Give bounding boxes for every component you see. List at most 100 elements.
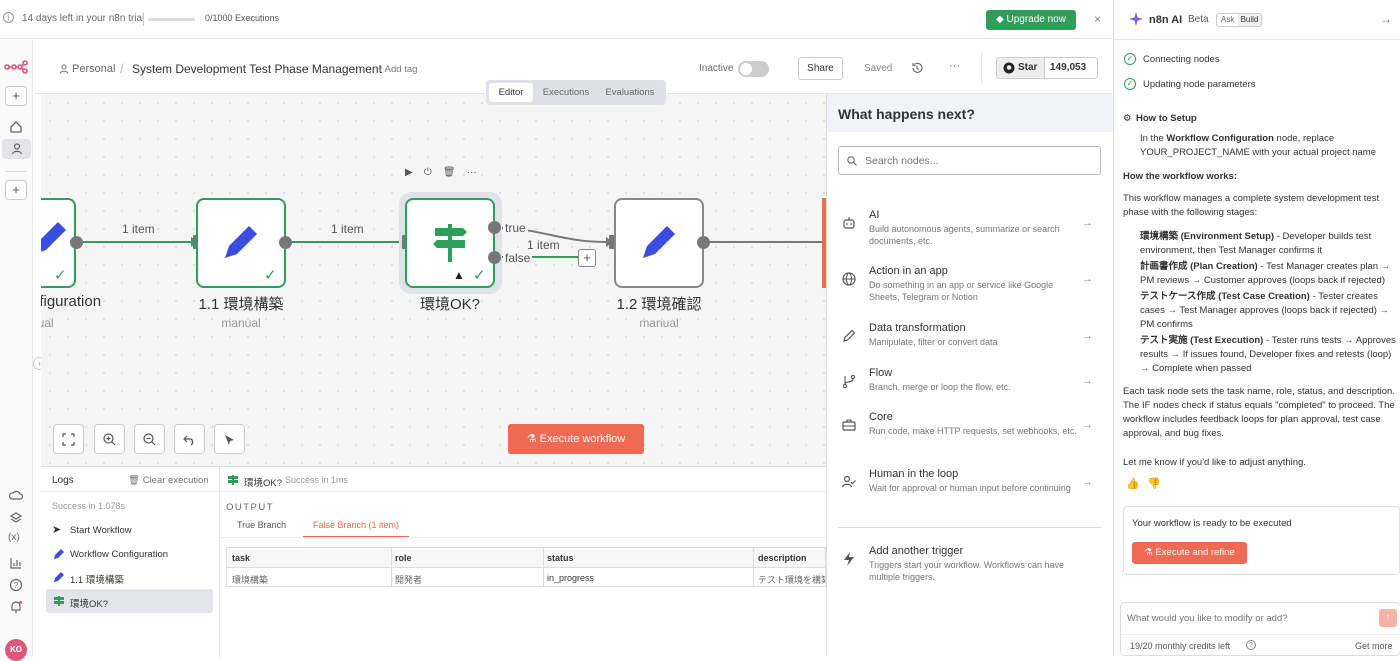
category-human-in-the-loop[interactable]: Human in the loop Wait for approval or h… bbox=[827, 468, 1114, 518]
mode-switch[interactable]: Ask Build bbox=[1216, 13, 1262, 27]
category-description: Run code, make HTTP requests, set webhoo… bbox=[869, 426, 1077, 436]
workflow-canvas[interactable]: ✓ nfiguration nual 1 item ✓ 1.1 環境構築 man… bbox=[41, 94, 826, 466]
category-action-in-app[interactable]: Action in an app Do something in an app … bbox=[827, 265, 1114, 315]
trash-icon[interactable]: 🗑 bbox=[443, 167, 456, 178]
category-flow[interactable]: Flow Branch, merge or loop the flow, etc… bbox=[827, 367, 1114, 417]
false-output-port[interactable] bbox=[488, 251, 501, 264]
add-another-trigger[interactable]: Add another trigger Triggers start your … bbox=[827, 545, 1114, 595]
cloud-icon[interactable] bbox=[9, 488, 23, 502]
send-icon[interactable]: ↑ bbox=[1379, 609, 1397, 627]
tab-false-branch[interactable]: False Branch (1 item) bbox=[303, 520, 409, 537]
tab-executions[interactable]: Executions bbox=[537, 83, 595, 102]
close-icon[interactable]: × bbox=[1094, 12, 1101, 26]
add-tag-link[interactable]: + Add tag bbox=[377, 64, 417, 75]
tab-true-branch[interactable]: True Branch bbox=[237, 520, 286, 530]
divider bbox=[41, 491, 219, 492]
zoom-in-button[interactable] bbox=[94, 424, 125, 454]
add-node-icon[interactable]: + bbox=[578, 249, 596, 267]
more-options-icon[interactable]: ··· bbox=[467, 167, 477, 178]
log-entry[interactable]: ➤ Start Workflow bbox=[52, 523, 212, 541]
log-entry-selected[interactable]: 環境OK? bbox=[46, 589, 213, 613]
output-port[interactable] bbox=[70, 236, 83, 249]
output-port[interactable] bbox=[697, 236, 710, 249]
more-options-icon[interactable]: ··· bbox=[949, 60, 960, 72]
node-title: 環境OK? bbox=[419, 296, 480, 313]
category-description: Build autonomous agents, summarize or se… bbox=[869, 224, 1060, 246]
setup-text: In the Workflow Configuration node, repl… bbox=[1140, 132, 1390, 160]
clear-execution-button[interactable]: 🗑 Clear execution bbox=[128, 475, 209, 486]
log-entry[interactable]: Workflow Configuration bbox=[52, 547, 212, 565]
avatar[interactable]: KO bbox=[5, 639, 27, 661]
log-entry-label: Start Workflow bbox=[70, 525, 132, 536]
toggle-knob bbox=[740, 63, 752, 75]
tab-evaluations[interactable]: Evaluations bbox=[599, 83, 661, 102]
svg-text:?: ? bbox=[14, 581, 19, 590]
thumbs-down-icon[interactable]: 👎 bbox=[1147, 477, 1161, 490]
get-more-link[interactable]: Get more bbox=[1355, 641, 1393, 651]
power-icon[interactable]: ⏻ bbox=[424, 167, 432, 178]
tidy-up-button[interactable] bbox=[214, 424, 245, 454]
tab-editor[interactable]: Editor bbox=[489, 83, 533, 102]
executions-progress-bar bbox=[148, 18, 195, 21]
detail-status: Success in 1ms bbox=[285, 475, 349, 485]
thumbs-up-icon[interactable]: 👍 bbox=[1126, 477, 1140, 490]
executions-count: 0/1000 Executions bbox=[205, 13, 280, 23]
star-part: Star bbox=[997, 58, 1045, 78]
collapse-panel-icon[interactable]: → bbox=[1380, 12, 1392, 26]
table-row: 環境構築 開発者 in_progress テスト環境を構築 bbox=[227, 569, 825, 586]
node-env-setup[interactable]: ✓ bbox=[196, 198, 286, 288]
undo-button[interactable] bbox=[174, 424, 205, 454]
add-project-icon[interactable]: + bbox=[5, 180, 27, 200]
prompt-input[interactable] bbox=[1127, 611, 1367, 625]
success-check-icon: ✓ bbox=[473, 267, 486, 284]
variables-icon[interactable]: (x) bbox=[8, 532, 20, 543]
clear-execution-label: Clear execution bbox=[142, 475, 209, 486]
logs-panel: Logs 🗑 Clear execution Success in 1.078s… bbox=[41, 466, 826, 657]
n8n-logo-icon[interactable] bbox=[4, 60, 28, 74]
notifications-icon[interactable] bbox=[9, 600, 23, 614]
output-table: task role status description 環境構築 開発者 in… bbox=[226, 547, 826, 587]
check-circle-icon: ✓ bbox=[1124, 78, 1136, 90]
mode-build[interactable]: Build bbox=[1238, 14, 1261, 26]
zoom-out-button[interactable] bbox=[134, 424, 165, 454]
search-field[interactable] bbox=[838, 146, 1101, 175]
history-icon[interactable] bbox=[911, 62, 923, 74]
play-icon[interactable]: ▶ bbox=[405, 167, 413, 178]
add-icon[interactable]: + bbox=[5, 86, 27, 106]
category-description: Wait for approval or human input before … bbox=[869, 483, 1071, 493]
category-core[interactable]: Core Run code, make HTTP requests, set w… bbox=[827, 411, 1114, 461]
category-title: AI bbox=[869, 209, 880, 221]
templates-icon[interactable] bbox=[9, 511, 23, 525]
output-port[interactable] bbox=[279, 236, 292, 249]
true-output-port[interactable] bbox=[488, 221, 501, 234]
left-sidebar: + + › (x) ? KO bbox=[0, 40, 46, 661]
execute-workflow-button[interactable]: ⚗ Execute workflow bbox=[508, 424, 644, 454]
node-env-ok-if[interactable]: ▲ ✓ bbox=[405, 198, 495, 288]
mode-ask[interactable]: Ask bbox=[1221, 15, 1234, 24]
insights-icon[interactable] bbox=[9, 556, 23, 570]
divider bbox=[143, 12, 144, 26]
nav-personal[interactable] bbox=[2, 139, 31, 159]
help-icon[interactable]: ? bbox=[9, 578, 23, 592]
github-star-button[interactable]: Star 149,053 bbox=[996, 57, 1098, 79]
false-branch-label: false bbox=[503, 251, 533, 265]
execute-and-refine-label: Execute and refine bbox=[1155, 547, 1235, 558]
help-icon[interactable]: ? bbox=[1246, 640, 1256, 650]
active-toggle[interactable] bbox=[738, 61, 769, 77]
home-icon[interactable] bbox=[9, 120, 23, 134]
upgrade-button[interactable]: ◆ Upgrade now bbox=[986, 10, 1076, 30]
table-cell: in_progress bbox=[547, 573, 595, 583]
share-button[interactable]: Share bbox=[798, 57, 843, 80]
robot-icon bbox=[843, 217, 855, 229]
breadcrumb-owner[interactable]: Personal bbox=[72, 63, 115, 75]
fit-view-button[interactable] bbox=[53, 424, 84, 454]
execute-and-refine-button[interactable]: ⚗ Execute and refine bbox=[1132, 542, 1247, 564]
column-header: role bbox=[395, 553, 412, 563]
node-env-check[interactable] bbox=[614, 198, 704, 288]
search-input[interactable] bbox=[865, 153, 1090, 169]
category-ai[interactable]: AI Build autonomous agents, summarize or… bbox=[827, 209, 1114, 259]
category-data-transformation[interactable]: Data transformation Manipulate, filter o… bbox=[827, 322, 1114, 372]
success-check-icon: ✓ bbox=[264, 267, 277, 284]
log-entry[interactable]: 1.1 環境構築 bbox=[52, 570, 212, 588]
workflow-name[interactable]: System Development Test Phase Management bbox=[132, 62, 382, 76]
